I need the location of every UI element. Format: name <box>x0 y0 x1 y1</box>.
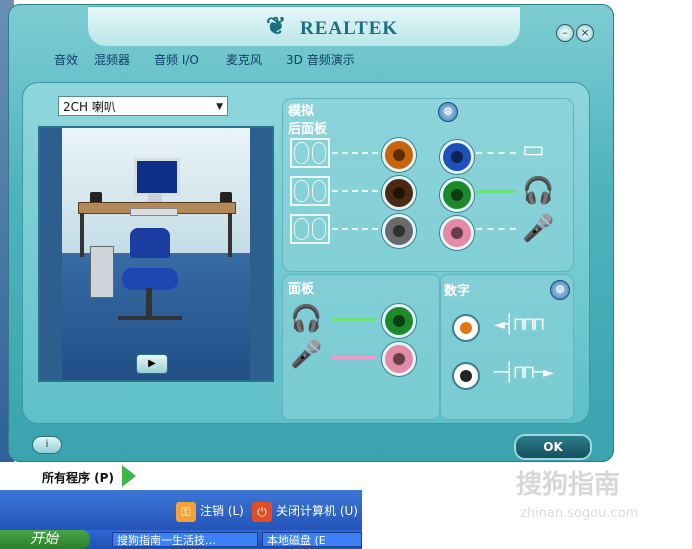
speaker-room-illustration <box>38 126 274 382</box>
keyboard-icon <box>130 208 178 216</box>
front-jack-pink[interactable] <box>382 342 416 376</box>
cable-line <box>332 228 378 232</box>
key-icon: ⚿ <box>176 501 196 522</box>
analog-settings-icon[interactable]: ⚙ <box>438 102 458 122</box>
desk-leg <box>228 213 232 257</box>
pc-tower-icon <box>90 246 114 298</box>
tab-mixer[interactable]: 混频器 <box>88 49 136 71</box>
minimize-button[interactable]: – <box>556 24 574 42</box>
all-programs-label: 所有程序 (P) <box>42 471 114 485</box>
chair-seat <box>122 268 178 290</box>
monitor-stand <box>148 194 162 202</box>
chevron-down-icon: ▼ <box>216 102 223 112</box>
logoff-label: 注销 (L) <box>200 504 244 518</box>
digital-title: 数字 <box>444 284 471 299</box>
digital-optical-jack[interactable] <box>452 362 480 390</box>
brand-title: REALTEK <box>300 18 399 39</box>
chair-base <box>118 316 182 320</box>
shutdown-label: 关闭计算机 (U) <box>276 504 358 518</box>
cable-line <box>476 152 516 156</box>
start-menu-footer: ⚿ 注销 (L) ⏻ 关闭计算机 (U) <box>0 490 362 530</box>
speaker-config-select[interactable]: 2CH 喇叭 ▼ <box>58 96 228 116</box>
rear-jack-black[interactable] <box>382 176 416 210</box>
rear-panel-title: 后面板 <box>288 122 328 137</box>
close-button[interactable]: × <box>576 24 594 42</box>
all-programs-item[interactable]: 所有程序 (P) <box>0 462 180 490</box>
digital-wave-icon: ◄┤⊓⊓⊓ <box>494 314 544 335</box>
cable-line <box>332 190 378 194</box>
rear-speaker-icon <box>290 176 330 206</box>
microphone-icon: 🎤 <box>522 214 555 244</box>
rear-jack-green[interactable] <box>440 178 474 212</box>
taskbar-item[interactable]: 搜狗指南一生活技… <box>112 532 258 547</box>
left-wall <box>40 128 62 380</box>
tab-sound-effects[interactable]: 音效 <box>48 49 84 71</box>
rear-jack-gray[interactable] <box>382 214 416 248</box>
digital-wave-icon: ─┤⊓⊓─► <box>494 362 554 383</box>
front-headphone-icon: 🎧 <box>290 304 323 334</box>
cable-line-green <box>476 190 516 195</box>
analog-title: 模拟 <box>288 104 315 119</box>
digital-coaxial-jack[interactable] <box>452 314 480 342</box>
right-wall <box>250 128 272 380</box>
rear-jack-pink[interactable] <box>440 216 474 250</box>
tab-audio-io[interactable]: 音频 I/O <box>148 49 205 71</box>
title-bar: ❦ REALTEK <box>88 6 520 46</box>
rear-jack-orange[interactable] <box>382 138 416 172</box>
desk-leg <box>80 213 84 257</box>
front-panel-title: 面板 <box>288 282 315 297</box>
start-button[interactable]: 开始 <box>0 530 90 549</box>
tab-bar: 音效 混频器 音频 I/O 麦克风 3D 音频演示 <box>38 49 588 71</box>
info-button[interactable]: i <box>32 436 62 454</box>
arrow-right-icon <box>122 465 136 487</box>
watermark-url: zhinan.sogou.com <box>520 506 639 521</box>
chair-post <box>146 288 152 318</box>
ok-button[interactable]: OK <box>514 434 592 460</box>
side-speaker-icon <box>290 214 330 244</box>
cable-line-pink <box>332 356 376 361</box>
tab-microphone[interactable]: 麦克风 <box>220 49 268 71</box>
power-icon: ⏻ <box>252 501 272 522</box>
watermark-text: 搜狗指南 <box>516 470 621 500</box>
speaker-config-value: 2CH 喇叭 <box>63 100 116 114</box>
shutdown-button[interactable]: ⏻ 关闭计算机 (U) <box>252 500 358 522</box>
line-in-device-icon: ▭ <box>522 135 545 163</box>
cable-line-green <box>332 318 376 323</box>
taskbar-item[interactable]: 本地磁盘 (E <box>262 532 362 547</box>
tab-3d-audio-demo[interactable]: 3D 音频演示 <box>280 49 361 71</box>
digital-settings-icon[interactable]: ⚙ <box>550 280 570 300</box>
monitor-icon <box>134 158 180 196</box>
realtek-logo-icon: ❦ <box>266 14 287 40</box>
rear-jack-blue[interactable] <box>440 140 474 174</box>
cable-line <box>332 152 378 156</box>
play-test-button[interactable]: ▶ <box>136 354 168 374</box>
front-speaker-icon <box>290 138 330 168</box>
cable-line <box>476 228 516 232</box>
front-jack-green[interactable] <box>382 304 416 338</box>
taskbar: 开始 搜狗指南一生活技… 本地磁盘 (E <box>0 530 362 549</box>
chair-back <box>130 228 170 258</box>
front-microphone-icon: 🎤 <box>290 340 323 370</box>
headphone-icon: 🎧 <box>522 176 555 206</box>
logoff-button[interactable]: ⚿ 注销 (L) <box>176 500 244 522</box>
